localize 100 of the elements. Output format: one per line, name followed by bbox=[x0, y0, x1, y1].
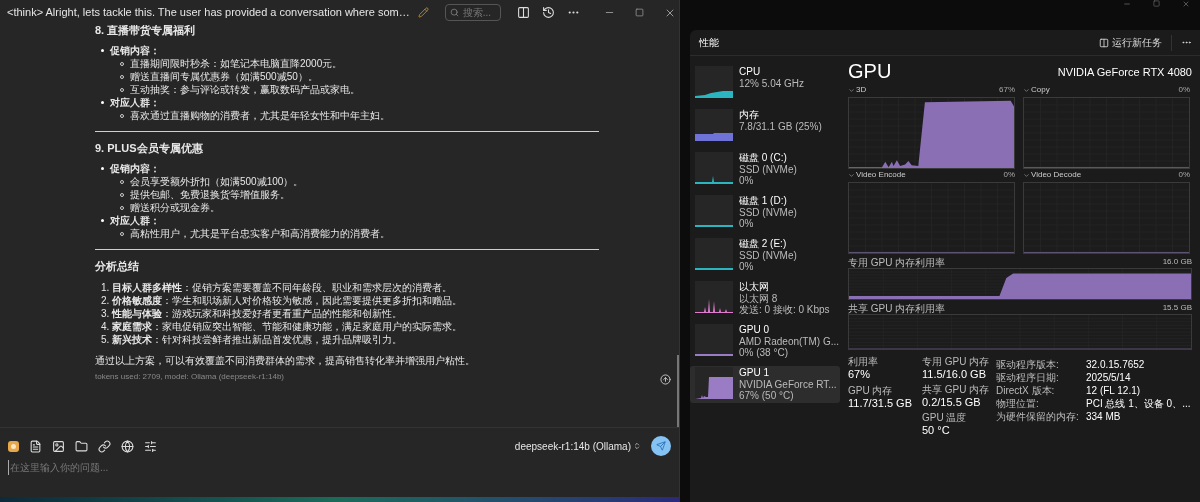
file-icon[interactable] bbox=[29, 439, 42, 453]
new-task-icon bbox=[1099, 37, 1109, 48]
send-button[interactable] bbox=[651, 436, 671, 456]
chevron-icon[interactable] bbox=[848, 171, 855, 179]
stat-value: 50 °C bbox=[922, 423, 951, 438]
history-icon[interactable] bbox=[541, 6, 555, 19]
section-heading: 8. 直播带货专属福利 bbox=[95, 25, 197, 37]
item-detail: SSD (NVMe) bbox=[739, 164, 797, 175]
performance-item[interactable]: GPU 1 NVIDIA GeForce RT... 67% (50 °C) bbox=[690, 366, 840, 403]
stat-label: GPU 温度 bbox=[922, 412, 968, 423]
graph-value: 67% bbox=[999, 84, 1015, 96]
usage-sparkline bbox=[695, 324, 733, 356]
chevron-icon[interactable] bbox=[848, 86, 855, 94]
list-label: 促销内容： bbox=[110, 44, 160, 57]
performance-item[interactable]: GPU 0 AMD Radeon(TM) G... 0% (38 °C) bbox=[690, 323, 840, 360]
item-detail: 0% bbox=[739, 261, 755, 272]
usage-sparkline bbox=[695, 109, 733, 141]
performance-item[interactable]: 磁盘 2 (E:) SSD (NVMe) 0% bbox=[690, 237, 840, 274]
list-item: 性能与体验：游戏玩家和科技爱好者更看重产品的性能和创新性。 bbox=[112, 307, 403, 320]
maximize-icon[interactable] bbox=[634, 8, 644, 17]
graph-value: 16.0 GB bbox=[1162, 256, 1192, 268]
send-icon bbox=[656, 441, 666, 451]
graph-value: 0% bbox=[1178, 169, 1190, 181]
stat-label: 专用 GPU 内存 bbox=[922, 356, 991, 367]
stat-value: 67% bbox=[848, 367, 872, 382]
list-number: 3. bbox=[101, 307, 110, 320]
app-icon[interactable] bbox=[8, 440, 19, 452]
edit-icon[interactable] bbox=[417, 7, 429, 18]
item-detail: 以太网 8 bbox=[739, 293, 779, 304]
globe-icon[interactable] bbox=[121, 439, 134, 453]
item-name: 磁盘 1 (D:) bbox=[739, 195, 788, 207]
list-item: 会员享受额外折扣（如满500减100）。 bbox=[130, 175, 304, 188]
item-detail: AMD Radeon(TM) G... bbox=[739, 336, 840, 347]
graph-label: 专用 GPU 内存利用率 bbox=[848, 256, 946, 268]
item-detail: 67% (50 °C) bbox=[739, 390, 795, 401]
image-icon[interactable] bbox=[52, 439, 65, 453]
chevron-icon[interactable] bbox=[1023, 171, 1030, 179]
scroll-top-icon[interactable] bbox=[660, 374, 671, 385]
chevron-icon[interactable] bbox=[1023, 86, 1030, 94]
usage-sparkline bbox=[695, 195, 733, 227]
item-detail: 0% (38 °C) bbox=[739, 347, 788, 358]
usage-note: tokens used: 2709, model: Ollama (deepseek-r1:14b) bbox=[95, 371, 285, 383]
property-label: 驱动程序版本: bbox=[996, 358, 1060, 371]
property-value: 32.0.15.7652 bbox=[1086, 358, 1145, 371]
updown-icon bbox=[633, 442, 641, 450]
graph-label: 3D bbox=[856, 84, 867, 96]
list-item: 高粘性用户，尤其是平台忠实客户和高消费能力的消费者。 bbox=[130, 227, 390, 240]
performance-item[interactable]: 以太网 以太网 8 发送: 0 接收: 0 Kbps bbox=[690, 280, 840, 317]
performance-item[interactable]: 内存 7.8/31.1 GB (25%) bbox=[690, 108, 840, 145]
item-name: 磁盘 0 (C:) bbox=[739, 152, 788, 164]
usage-sparkline bbox=[695, 66, 733, 98]
section-heading: 分析总结 bbox=[95, 259, 140, 273]
gpu-title: GPU bbox=[848, 60, 892, 82]
search-icon bbox=[449, 8, 459, 17]
property-label: 为硬件保留的内存: bbox=[996, 410, 1080, 423]
performance-item[interactable]: 磁盘 0 (C:) SSD (NVMe) 0% bbox=[690, 151, 840, 188]
list-number: 2. bbox=[101, 294, 110, 307]
page-title: 性能 bbox=[699, 36, 719, 50]
item-detail: 0% bbox=[739, 175, 755, 186]
property-value: PCI 总线 1、设备 0、... bbox=[1086, 397, 1191, 410]
property-value: 2025/5/14 bbox=[1086, 371, 1131, 384]
run-task-button[interactable]: 运行新任务 bbox=[1099, 35, 1162, 50]
item-detail: SSD (NVMe) bbox=[739, 207, 797, 218]
item-name: 磁盘 2 (E:) bbox=[739, 238, 788, 250]
item-name: 以太网 bbox=[739, 281, 770, 293]
model-selector[interactable]: deepseek-r1:14b (Ollama) bbox=[514, 438, 641, 454]
close-icon[interactable] bbox=[1182, 0, 1190, 8]
performance-item[interactable]: CPU 12% 5.04 GHz bbox=[690, 65, 840, 102]
stat-value: 0.2/15.5 GB bbox=[922, 395, 982, 410]
property-value: 334 MB bbox=[1086, 410, 1121, 423]
stat-label: GPU 内存 bbox=[848, 385, 894, 396]
message-field[interactable]: 在这里输入你的问题... bbox=[8, 460, 671, 475]
item-name: GPU 1 bbox=[739, 367, 770, 379]
usage-sparkline bbox=[695, 238, 733, 270]
item-name: 内存 bbox=[739, 109, 760, 121]
stat-value: 11.5/16.0 GB bbox=[922, 367, 987, 382]
graph-label: Video Decode bbox=[1031, 169, 1082, 181]
usage-sparkline bbox=[695, 152, 733, 184]
link-icon[interactable] bbox=[98, 439, 111, 453]
scrollbar[interactable] bbox=[677, 355, 679, 427]
list-number: 4. bbox=[101, 320, 110, 333]
folder-icon[interactable] bbox=[75, 439, 88, 453]
graph-label: Video Encode bbox=[856, 169, 906, 181]
item-detail: 发送: 0 接收: 0 Kbps bbox=[739, 304, 830, 315]
item-detail: 12% 5.04 GHz bbox=[739, 78, 805, 89]
settings-icon[interactable] bbox=[144, 439, 157, 453]
list-number: 5. bbox=[101, 333, 110, 346]
property-label: 驱动程序日期: bbox=[996, 371, 1060, 384]
property-label: 物理位置: bbox=[996, 397, 1040, 410]
usage-sparkline bbox=[695, 367, 733, 399]
list-label: 促销内容： bbox=[110, 162, 160, 175]
item-name: CPU bbox=[739, 66, 762, 78]
item-detail: SSD (NVMe) bbox=[739, 250, 797, 261]
performance-item[interactable]: 磁盘 1 (D:) SSD (NVMe) 0% bbox=[690, 194, 840, 231]
property-label: DirectX 版本: bbox=[996, 384, 1056, 397]
graph-value: 0% bbox=[1003, 169, 1015, 181]
list-item: 直播期间限时秒杀：如笔记本电脑直降2000元。 bbox=[130, 57, 343, 70]
split-view-icon[interactable] bbox=[516, 6, 530, 19]
search-field[interactable]: 搜索... bbox=[444, 4, 501, 21]
item-detail: 0% bbox=[739, 218, 755, 229]
